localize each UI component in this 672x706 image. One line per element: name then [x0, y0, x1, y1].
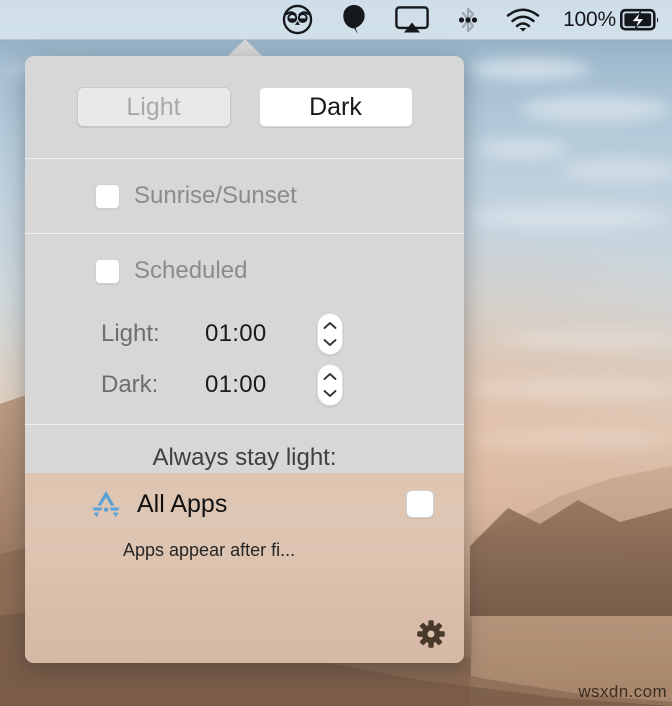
apps-hint-text: Apps appear after fi... [123, 540, 296, 560]
light-time-value[interactable]: 01:00 [205, 320, 317, 348]
app-exclusion-list: All Apps Apps appear after fi... [25, 473, 464, 663]
app-store-icon [92, 491, 120, 518]
owl-icon [282, 4, 313, 35]
light-time-row: Light: 01:00 [25, 308, 464, 359]
battery-charging-icon [620, 8, 659, 30]
macos-menu-bar: 100% [0, 0, 672, 40]
light-mode-button[interactable]: Light [76, 87, 231, 127]
menubar-item-bluetooth[interactable] [443, 0, 493, 40]
app-name-label: All Apps [137, 489, 228, 518]
menubar-item-balloon[interactable] [327, 0, 381, 40]
dark-time-row: Dark: 01:00 [25, 359, 464, 410]
cloud [560, 160, 672, 180]
scheduled-label: Scheduled [134, 257, 248, 284]
nightowl-popover: Light Dark Sunrise/Sunset Scheduled Ligh… [25, 56, 464, 663]
app-row-all-apps[interactable]: All Apps [25, 473, 464, 535]
app-exclude-checkbox[interactable] [406, 490, 434, 518]
light-time-label: Light: [101, 319, 160, 347]
cloud [468, 205, 668, 229]
cloud [520, 96, 670, 122]
dark-time-stepper[interactable] [317, 363, 343, 406]
dark-mode-button[interactable]: Dark [258, 87, 413, 127]
bluetooth-icon [458, 7, 478, 32]
desktop-screen: 100% Light Dark Sunrise/Sunset Scheduled… [0, 0, 672, 706]
chevron-up-icon[interactable] [323, 321, 337, 330]
menubar-item-airplay[interactable] [381, 0, 443, 40]
mode-selector-section: Light Dark [25, 56, 464, 158]
light-mode-label: Light [126, 92, 181, 121]
schedule-times-section: Light: 01:00 Dark: 01:00 [25, 308, 464, 424]
scheduled-row[interactable]: Scheduled [25, 234, 464, 308]
settings-button[interactable] [416, 619, 446, 649]
sunrise-sunset-checkbox[interactable] [95, 183, 120, 209]
chevron-down-icon[interactable] [323, 389, 337, 398]
menubar-item-battery[interactable]: 100% [553, 0, 664, 40]
airplay-icon [395, 5, 429, 32]
chevron-up-icon[interactable] [323, 372, 337, 381]
always-stay-light-label: Always stay light: [152, 443, 337, 471]
balloon-icon [343, 4, 365, 35]
watermark: wsxdn.com [578, 682, 667, 701]
sunrise-sunset-row[interactable]: Sunrise/Sunset [25, 159, 464, 233]
light-time-stepper[interactable] [317, 312, 343, 355]
cloud [470, 58, 590, 80]
menubar-item-nightowl[interactable] [268, 0, 327, 40]
wifi-icon [506, 8, 540, 31]
chevron-down-icon[interactable] [323, 338, 337, 347]
dark-time-label: Dark: [101, 370, 159, 398]
dark-time-value[interactable]: 01:00 [205, 371, 317, 399]
cloud [478, 140, 568, 158]
gear-icon[interactable] [416, 619, 446, 649]
dark-mode-label: Dark [309, 92, 362, 121]
sunrise-sunset-label: Sunrise/Sunset [134, 182, 297, 209]
battery-percent-label: 100% [563, 7, 616, 31]
menubar-item-wifi[interactable] [493, 0, 553, 40]
scheduled-checkbox[interactable] [95, 258, 120, 284]
popover-arrow [227, 39, 263, 57]
